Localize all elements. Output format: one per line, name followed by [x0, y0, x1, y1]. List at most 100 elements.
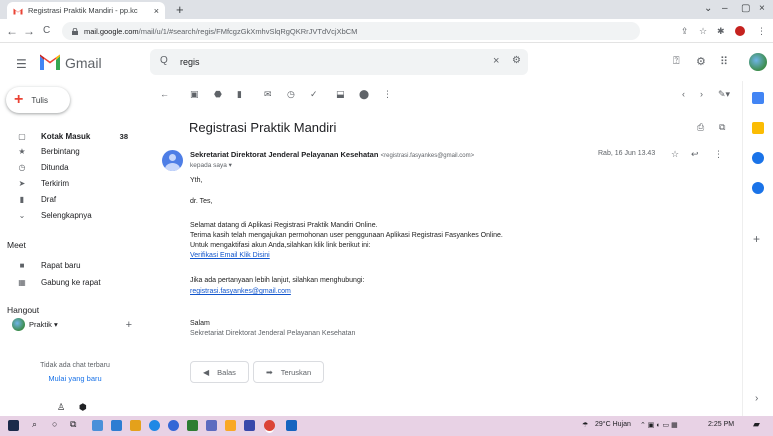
- hangout-user[interactable]: Praktik ▾ +: [12, 318, 132, 331]
- settings-gear-icon[interactable]: ⚙: [696, 55, 706, 68]
- chat-location-icon[interactable]: ⬢: [79, 402, 87, 413]
- sidebar-item-new-meeting[interactable]: ■ Rapat baru: [0, 258, 144, 273]
- sidebar-item-more[interactable]: ⌄ Selengkapnya: [0, 208, 144, 223]
- add-chat-icon[interactable]: +: [126, 319, 132, 331]
- older-message-icon[interactable]: ›: [700, 88, 703, 100]
- tab-search-icon[interactable]: ⌄: [704, 2, 712, 16]
- compose-button[interactable]: + Tulis: [6, 87, 70, 113]
- message-more-icon[interactable]: ⋮: [714, 149, 723, 160]
- forward-button[interactable]: ➡ Teruskan: [253, 361, 325, 383]
- weather-icon[interactable]: ☂: [582, 421, 588, 429]
- search-icon[interactable]: Q: [160, 55, 168, 66]
- sidebar-item-snoozed[interactable]: ◷ Ditunda: [0, 160, 144, 175]
- search-input[interactable]: [180, 54, 460, 70]
- extensions-icon[interactable]: ✱: [717, 24, 725, 38]
- taskbar-app-icon[interactable]: [206, 420, 217, 431]
- task-view-icon[interactable]: ⧉: [70, 419, 76, 430]
- address-bar[interactable]: mail.google.com/mail/u/1/#search/regis/F…: [62, 22, 640, 40]
- help-icon[interactable]: ⍰: [673, 55, 680, 68]
- sidebar-item-inbox[interactable]: ▢ Kotak Masuk 38: [0, 129, 144, 144]
- contacts-panel-icon[interactable]: [752, 182, 764, 194]
- taskbar-app-icon[interactable]: [92, 420, 103, 431]
- add-task-icon[interactable]: ✓: [310, 88, 318, 100]
- verify-email-link[interactable]: Verifikasi Email Klik Disini: [190, 252, 270, 259]
- notification-icon[interactable]: ▰: [753, 419, 760, 430]
- move-to-icon[interactable]: ⬓: [336, 88, 345, 100]
- expand-panel-icon[interactable]: ›: [755, 393, 758, 404]
- chrome-icon[interactable]: [264, 420, 275, 431]
- recipient-details[interactable]: kepada saya ▾: [190, 161, 232, 169]
- gmail-logo-icon[interactable]: [40, 54, 60, 70]
- back-button[interactable]: ←: [6, 23, 18, 39]
- tasks-icon[interactable]: [752, 152, 764, 164]
- sidebar-item-join-meeting[interactable]: ▦ Gabung ke rapat: [0, 275, 144, 290]
- label-icon[interactable]: ⬤: [359, 88, 369, 100]
- browser-tab[interactable]: Registrasi Praktik Mandiri - pp.kc ×: [7, 2, 165, 19]
- clear-search-icon[interactable]: ×: [493, 55, 499, 67]
- main-menu-icon[interactable]: ☰: [16, 57, 27, 71]
- recipient-text: dr. Tes,: [190, 198, 213, 205]
- sidebar-item-starred[interactable]: ★ Berbintang: [0, 144, 144, 159]
- archive-icon[interactable]: ▣: [190, 88, 199, 100]
- taskbar-app-icon[interactable]: [286, 420, 297, 431]
- newer-message-icon[interactable]: ‹: [682, 88, 685, 100]
- back-to-list-icon[interactable]: ←: [160, 88, 169, 100]
- browser-menu-icon[interactable]: ⋮: [757, 24, 766, 38]
- delete-icon[interactable]: ▮: [237, 88, 242, 100]
- sidebar-item-drafts[interactable]: ▮ Draf: [0, 192, 144, 207]
- chevron-down-icon: ⌄: [18, 211, 26, 220]
- print-icon[interactable]: ⎙: [697, 122, 704, 133]
- hangout-user-name: Praktik ▾: [29, 320, 58, 329]
- star-icon[interactable]: ☆: [671, 149, 679, 160]
- contacts-icon[interactable]: ♙: [57, 402, 65, 413]
- search-options-icon[interactable]: ⚙: [512, 55, 521, 66]
- edge-icon[interactable]: [149, 420, 160, 431]
- share-icon[interactable]: ⇪: [681, 24, 689, 38]
- reply-label: Balas: [217, 367, 236, 377]
- mark-unread-icon[interactable]: ✉: [264, 88, 272, 100]
- add-addon-icon[interactable]: +: [753, 232, 760, 246]
- contact-email-link[interactable]: registrasi.fasyankes@gmail.com: [190, 288, 291, 295]
- reply-icon[interactable]: ↩: [691, 149, 699, 160]
- profile-icon[interactable]: [735, 26, 745, 36]
- close-window-button[interactable]: ×: [759, 2, 765, 16]
- sender-avatar[interactable]: [162, 150, 183, 171]
- sidebar-item-label: Ditunda: [41, 163, 69, 172]
- taskbar-app-icon[interactable]: [244, 420, 255, 431]
- tray-icons[interactable]: ⌃ ▣ ◐ ▭ ▦: [640, 421, 678, 429]
- input-tools-icon[interactable]: ✎▾: [718, 88, 730, 100]
- weather-text[interactable]: 29°C Hujan: [595, 421, 631, 428]
- tab-close-icon[interactable]: ×: [154, 6, 159, 16]
- account-avatar[interactable]: [749, 53, 767, 71]
- reload-button[interactable]: C: [43, 23, 50, 39]
- snooze-icon[interactable]: ◷: [287, 88, 295, 100]
- search-taskbar-icon[interactable]: ⌕: [32, 419, 37, 430]
- open-new-window-icon[interactable]: ⧉: [719, 122, 725, 133]
- keep-icon[interactable]: [752, 122, 764, 134]
- cortana-icon[interactable]: ○: [52, 419, 57, 429]
- forward-button[interactable]: →: [23, 23, 35, 39]
- sidebar-item-label: Selengkapnya: [41, 211, 92, 220]
- report-spam-icon[interactable]: ⬣: [214, 88, 222, 100]
- reply-button[interactable]: ◀ Balas: [190, 361, 249, 383]
- clock-text[interactable]: 2:25 PM: [708, 421, 734, 428]
- apps-grid-icon[interactable]: ⠿: [720, 55, 728, 68]
- taskbar-app-icon[interactable]: [225, 420, 236, 431]
- taskbar-app-icon[interactable]: [187, 420, 198, 431]
- taskbar-app-icon[interactable]: [111, 420, 122, 431]
- new-tab-button[interactable]: +: [176, 2, 184, 17]
- sidebar-item-sent[interactable]: ➤ Terkirim: [0, 176, 144, 191]
- bookmark-star-icon[interactable]: ☆: [699, 24, 707, 38]
- more-actions-icon[interactable]: ⋮: [383, 88, 392, 100]
- closing-text: Salam: [190, 320, 210, 327]
- minimize-button[interactable]: –: [722, 2, 728, 16]
- start-new-chat-link[interactable]: Mulai yang baru: [0, 374, 150, 383]
- sender-name[interactable]: Sekretariat Direktorat Jenderal Pelayana…: [190, 150, 378, 159]
- restore-button[interactable]: ▢: [741, 2, 750, 16]
- taskbar-app-icon[interactable]: [130, 420, 141, 431]
- forward-icon: ➡: [266, 367, 273, 377]
- taskbar-app-icon[interactable]: [168, 420, 179, 431]
- sender-email: <registrasi.fasyankes@gmail.com>: [380, 153, 475, 159]
- start-button-icon[interactable]: [8, 420, 19, 431]
- calendar-icon[interactable]: [752, 92, 764, 104]
